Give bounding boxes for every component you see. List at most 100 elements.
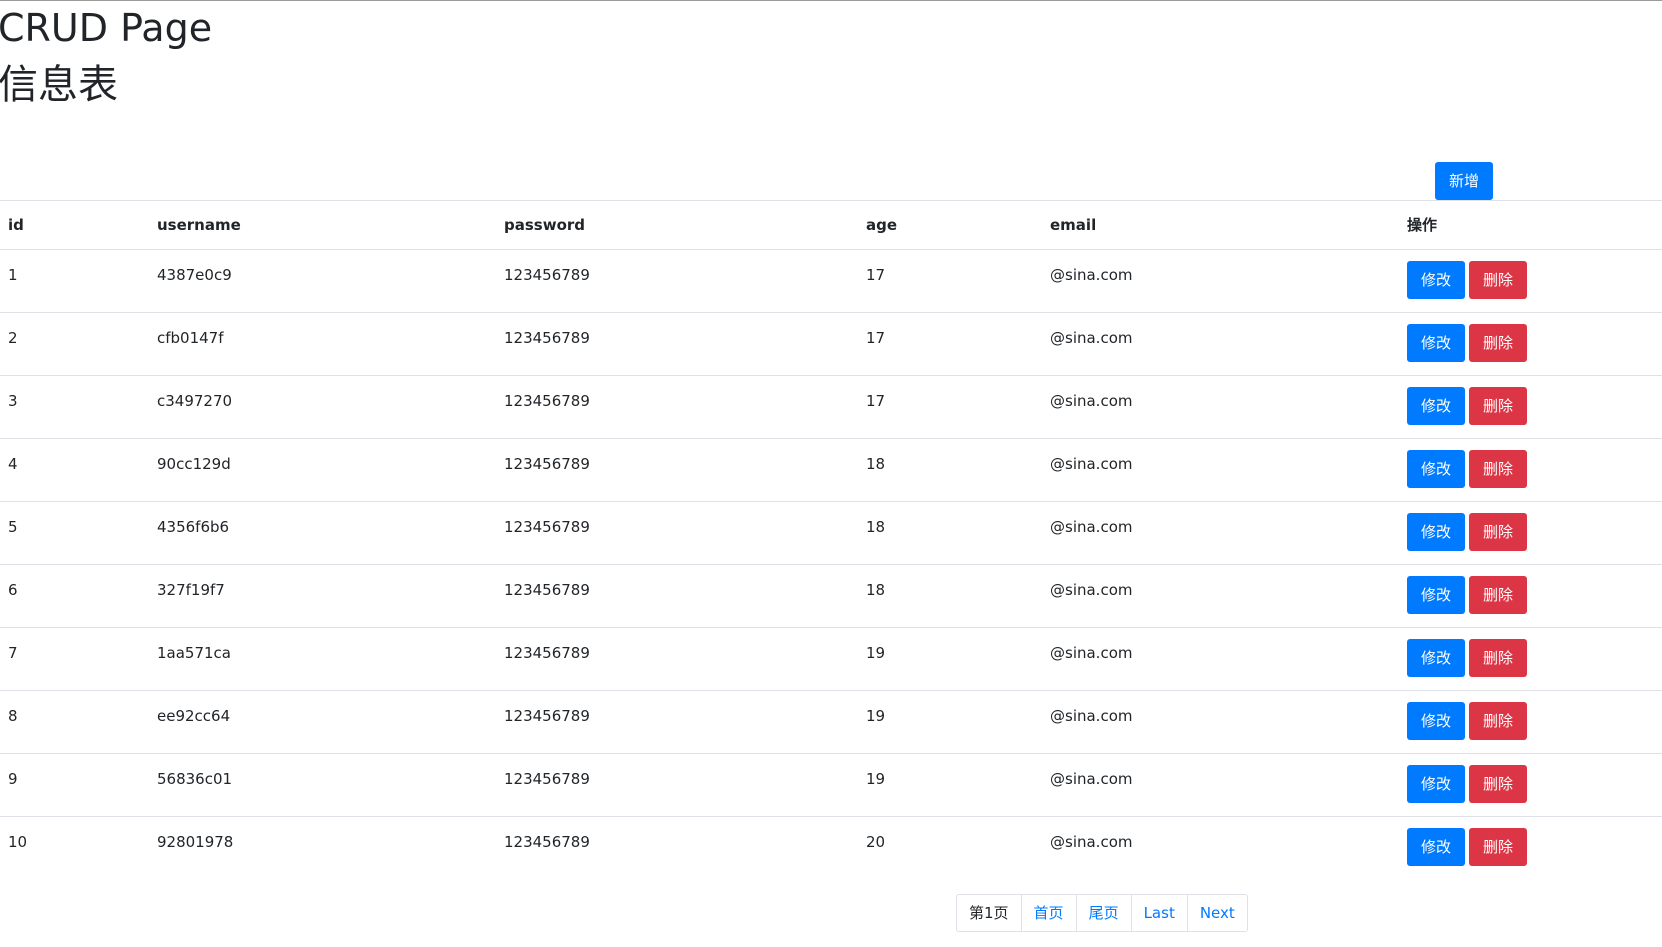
cell-username: 90cc129d [149,438,496,502]
cell-password: 123456789 [496,753,858,817]
cell-id: 2 [0,312,149,376]
edit-button[interactable]: 修改 [1407,261,1465,299]
add-button[interactable]: 新增 [1435,162,1493,200]
cell-id: 4 [0,438,149,502]
cell-id: 7 [0,627,149,691]
edit-button[interactable]: 修改 [1407,450,1465,488]
cell-username: 92801978 [149,816,496,880]
cell-password: 123456789 [496,564,858,628]
data-table: id username password age email 操作 1 4387e… [0,200,1662,880]
cell-id: 3 [0,375,149,439]
cell-password: 123456789 [504,266,590,284]
cell-email: @sina.com [1042,690,1399,754]
table-row: 5 4356f6b6 123456789 18 @sina.com 修改 删除 [0,501,1662,565]
column-header-email: email [1042,200,1399,250]
cell-password: 123456789 [496,690,858,754]
delete-button[interactable]: 删除 [1469,639,1527,677]
cell-actions: 修改 删除 [1399,690,1662,754]
cell-email: @sina.com [1042,438,1399,502]
cell-id: 10 [0,816,149,880]
table-row: 6 327f19f7 123456789 18 @sina.com 修改 删除 [0,564,1662,628]
delete-button[interactable]: 删除 [1469,387,1527,425]
cell-username: ee92cc64 [149,690,496,754]
cell-email: @sina.com [1050,266,1133,284]
edit-button[interactable]: 修改 [1407,639,1465,677]
table-header-row: id username password age email 操作 [0,200,1662,250]
cell-actions: 修改 删除 [1399,501,1662,565]
page-subtitle: 信息表 [0,62,118,108]
cell-email: @sina.com [1042,312,1399,376]
cell-age: 18 [858,438,1042,502]
cell-actions: 修改 删除 [1399,753,1662,817]
cell-age: 17 [866,266,886,284]
cell-password: 123456789 [496,438,858,502]
cell-age: 19 [858,627,1042,691]
column-header-id: id [0,200,149,250]
edit-button[interactable]: 修改 [1407,828,1465,866]
pagination-next-link[interactable]: Next [1186,895,1247,931]
cell-password: 123456789 [496,312,858,376]
delete-button[interactable]: 删除 [1469,513,1527,551]
cell-username: 327f19f7 [149,564,496,628]
cell-actions: 修改 删除 [1399,627,1662,691]
delete-button[interactable]: 删除 [1469,828,1527,866]
cell-password: 123456789 [496,501,858,565]
cell-username: 1aa571ca [149,627,496,691]
delete-button[interactable]: 删除 [1469,576,1527,614]
cell-age: 20 [858,816,1042,880]
table-row: 3 c3497270 123456789 17 @sina.com 修改 删除 [0,375,1662,439]
pagination-last-link[interactable]: Last [1130,895,1187,931]
cell-age: 17 [858,312,1042,376]
cell-username: 4356f6b6 [149,501,496,565]
pagination: 第1页 首页 尾页 Last Next [956,894,1248,932]
table-row: 7 1aa571ca 123456789 19 @sina.com 修改 删除 [0,627,1662,691]
cell-email: @sina.com [1042,564,1399,628]
cell-id: 1 [8,266,18,284]
cell-email: @sina.com [1042,816,1399,880]
cell-email: @sina.com [1042,753,1399,817]
cell-password: 123456789 [496,375,858,439]
cell-age: 18 [858,501,1042,565]
delete-button[interactable]: 删除 [1469,324,1527,362]
cell-actions: 修改 删除 [1399,438,1662,502]
cell-email: @sina.com [1042,627,1399,691]
table-body: 1 4387e0c9 123456789 17 @sina.com 修改 删除 2 cfb014… [0,250,1662,880]
edit-button[interactable]: 修改 [1407,765,1465,803]
edit-button[interactable]: 修改 [1407,387,1465,425]
edit-button[interactable]: 修改 [1407,702,1465,740]
cell-email: @sina.com [1042,501,1399,565]
table-row: 1 4387e0c9 123456789 17 @sina.com 修改 删除 [0,250,1662,313]
cell-actions: 修改 删除 [1399,564,1662,628]
edit-button[interactable]: 修改 [1407,513,1465,551]
cell-age: 19 [858,753,1042,817]
cell-email: @sina.com [1042,375,1399,439]
cell-username: c3497270 [149,375,496,439]
table-row: 2 cfb0147f 123456789 17 @sina.com 修改 删除 [0,312,1662,376]
pagination-current-page: 第1页 [969,904,1009,922]
edit-button[interactable]: 修改 [1407,576,1465,614]
cell-username: 4387e0c9 [157,266,232,284]
delete-button[interactable]: 删除 [1469,765,1527,803]
pagination-first-link[interactable]: 首页 [1020,895,1076,931]
cell-age: 18 [858,564,1042,628]
column-header-actions: 操作 [1399,200,1662,250]
delete-button[interactable]: 删除 [1469,261,1527,299]
cell-actions: 修改 删除 [1399,312,1662,376]
cell-id: 9 [0,753,149,817]
cell-actions: 修改 删除 [1399,375,1662,439]
cell-actions: 修改 删除 [1399,816,1662,880]
delete-button[interactable]: 删除 [1469,450,1527,488]
cell-username: cfb0147f [149,312,496,376]
column-header-password: password [496,200,858,250]
column-header-username: username [149,200,496,250]
cell-id: 6 [0,564,149,628]
edit-button[interactable]: 修改 [1407,324,1465,362]
cell-password: 123456789 [496,816,858,880]
table-row: 4 90cc129d 123456789 18 @sina.com 修改 删除 [0,438,1662,502]
cell-password: 123456789 [496,627,858,691]
cell-actions: 修改 删除 [1399,250,1662,313]
delete-button[interactable]: 删除 [1469,702,1527,740]
cell-age: 17 [858,375,1042,439]
pagination-end-link[interactable]: 尾页 [1075,895,1131,931]
table-row: 9 56836c01 123456789 19 @sina.com 修改 删除 [0,753,1662,817]
